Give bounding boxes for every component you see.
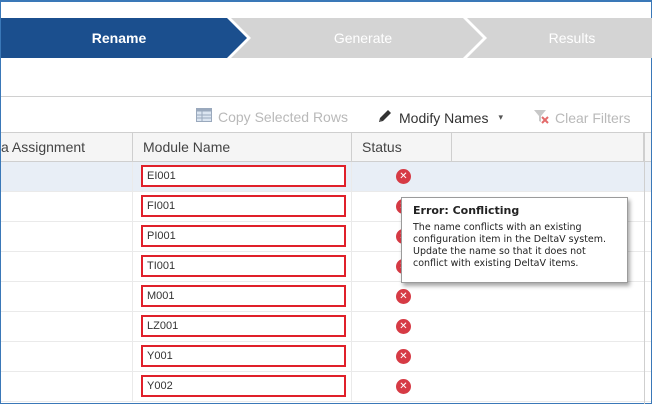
column-header-empty: [452, 133, 644, 162]
area-assignment-cell[interactable]: [1, 282, 133, 312]
toolbar: Copy Selected Rows Modify Names ▾ Clear …: [1, 104, 651, 132]
filter-clear-icon: [533, 108, 549, 127]
area-assignment-cell[interactable]: [1, 372, 133, 402]
module-name-input[interactable]: TI001: [141, 255, 346, 277]
copy-selected-rows-label: Copy Selected Rows: [218, 108, 348, 125]
clear-filters-label: Clear Filters: [555, 109, 631, 126]
clear-filters-button[interactable]: Clear Filters: [533, 108, 630, 127]
tooltip-title: Error: Conflicting: [413, 204, 520, 217]
modify-names-button[interactable]: Modify Names ▾: [377, 108, 503, 127]
error-tooltip: Error: Conflicting The name conflicts wi…: [401, 197, 628, 283]
table-row[interactable]: M001 ✕: [1, 282, 651, 312]
error-icon[interactable]: ✕: [396, 379, 411, 394]
column-header-area-assignment[interactable]: a Assignment: [1, 133, 133, 162]
copy-selected-rows-button[interactable]: Copy Selected Rows: [196, 108, 348, 125]
chevron-down-icon[interactable]: ▾: [498, 112, 503, 123]
module-name-input[interactable]: Y002: [141, 375, 346, 397]
grid-right-border: [644, 132, 645, 404]
step-results-label: Results: [548, 30, 596, 46]
grid-header: a Assignment Module Name Status: [1, 132, 651, 162]
area-assignment-cell[interactable]: [1, 162, 133, 192]
table-row[interactable]: Y002 ✕: [1, 372, 651, 402]
step-generate-label: Generate: [333, 30, 393, 46]
area-assignment-cell[interactable]: [1, 222, 133, 252]
table-copy-icon: [196, 108, 212, 125]
error-icon[interactable]: ✕: [396, 349, 411, 364]
table-row[interactable]: Y001 ✕: [1, 342, 651, 372]
column-header-module-name[interactable]: Module Name: [133, 133, 352, 162]
step-rename-label: Rename: [91, 30, 147, 46]
module-name-input[interactable]: EI001: [141, 165, 346, 187]
tooltip-body: The name conflicts with an existing conf…: [413, 222, 607, 269]
error-icon[interactable]: ✕: [396, 169, 411, 184]
step-results[interactable]: Results: [467, 18, 652, 58]
app-window: Results Generate Rename Copy Selected Ro…: [0, 0, 652, 404]
divider: [1, 96, 651, 97]
modify-names-label: Modify Names: [399, 109, 489, 126]
error-icon[interactable]: ✕: [396, 289, 411, 304]
module-name-input[interactable]: PI001: [141, 225, 346, 247]
area-assignment-cell[interactable]: [1, 312, 133, 342]
table-row[interactable]: LZ001 ✕: [1, 312, 651, 342]
area-assignment-cell[interactable]: [1, 252, 133, 282]
area-assignment-cell[interactable]: [1, 192, 133, 222]
area-assignment-cell[interactable]: [1, 342, 133, 372]
module-name-input[interactable]: LZ001: [141, 315, 346, 337]
wizard-steps: Results Generate Rename: [1, 4, 652, 67]
step-generate[interactable]: Generate: [231, 18, 483, 58]
column-header-status[interactable]: Status: [352, 133, 452, 162]
table-row[interactable]: EI001 ✕: [1, 162, 651, 192]
module-name-input[interactable]: M001: [141, 285, 346, 307]
error-icon[interactable]: ✕: [396, 319, 411, 334]
module-name-input[interactable]: FI001: [141, 195, 346, 217]
module-name-input[interactable]: Y001: [141, 345, 346, 367]
pencil-icon: [377, 108, 393, 127]
step-rename[interactable]: Rename: [1, 18, 247, 58]
